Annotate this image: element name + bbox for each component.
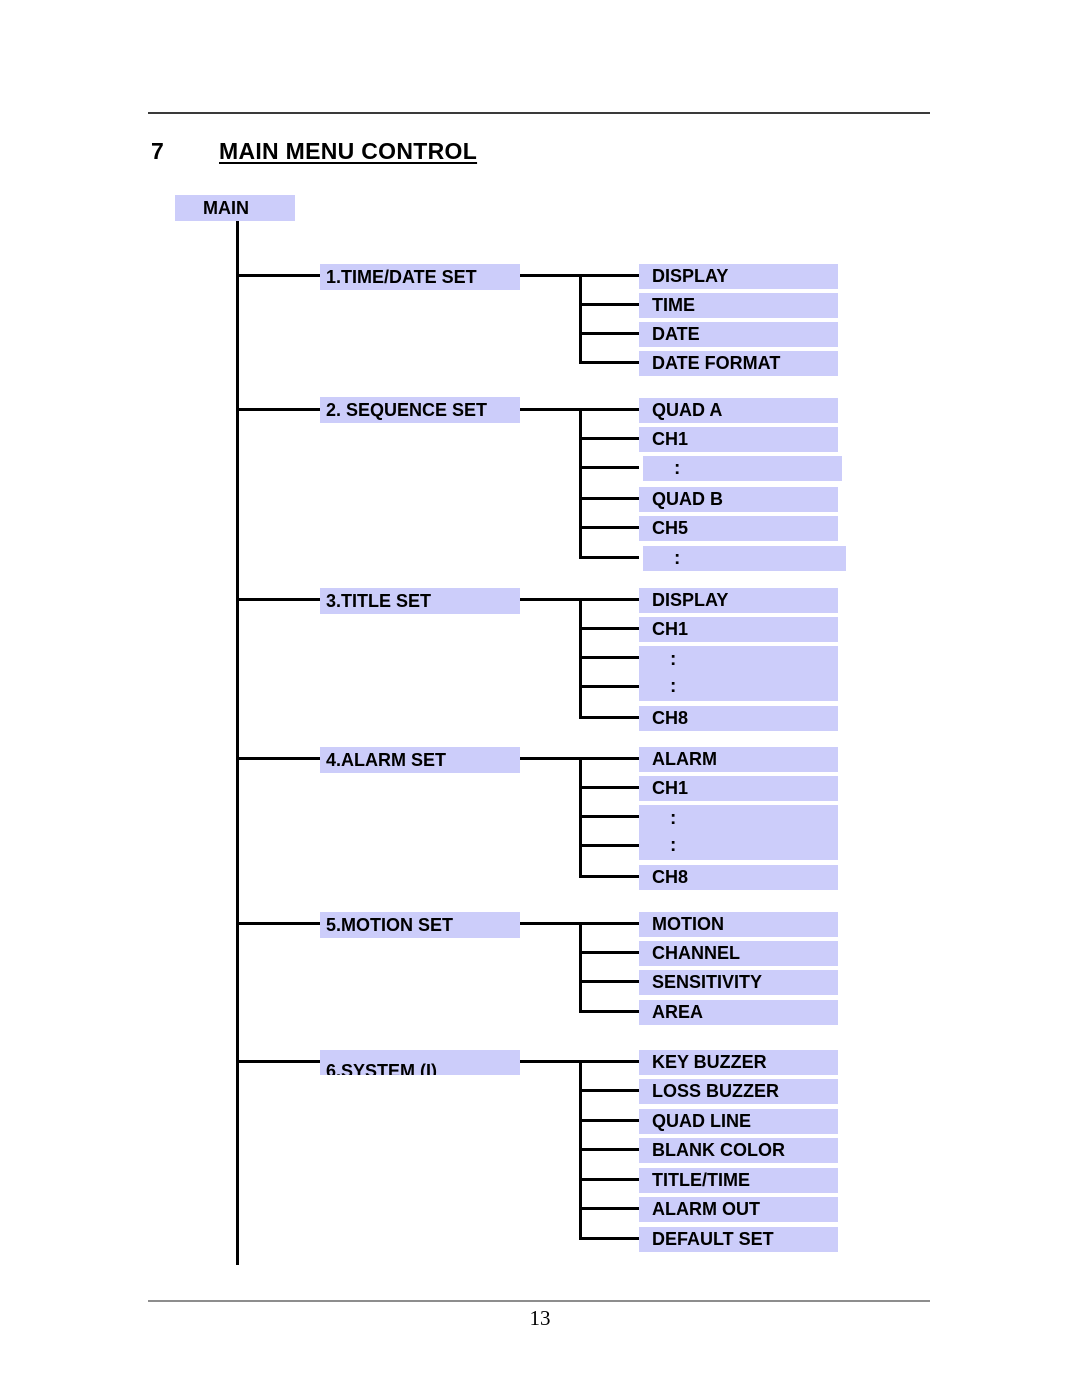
tree-leaf-ch8[interactable]: CH8 — [639, 706, 838, 731]
tree-leaf-sensitivity[interactable]: SENSITIVITY — [639, 970, 838, 995]
tree-leaf-alarm[interactable]: ALARM — [639, 747, 838, 772]
tree-leaf-ellipsis: : — [643, 456, 842, 481]
tree-leaf-area[interactable]: AREA — [639, 1000, 838, 1025]
branch-connector-2 — [236, 408, 322, 411]
tree-leaf-quad-a[interactable]: QUAD A — [639, 398, 838, 423]
leaf-stub — [579, 656, 639, 659]
page-number: 13 — [529, 1306, 551, 1330]
branch-stem-1 — [520, 274, 582, 277]
tree-leaf-quad-line[interactable]: QUAD LINE — [639, 1109, 838, 1134]
leaf-stub — [579, 685, 639, 688]
tree-leaf-display[interactable]: DISPLAY — [639, 264, 838, 289]
tree-leaf-loss-buzzer[interactable]: LOSS BUZZER — [639, 1079, 838, 1104]
leaf-stub — [579, 361, 639, 364]
tree-node-time-date-set[interactable]: 1.TIME/DATE SET — [320, 264, 520, 290]
leaf-stub — [579, 980, 639, 983]
tree-leaf-title-time[interactable]: TITLE/TIME — [639, 1168, 838, 1193]
leaf-stub — [579, 598, 639, 601]
leaf-stub — [579, 875, 639, 878]
leaf-stub — [579, 466, 639, 469]
tree-leaf-time[interactable]: TIME — [639, 293, 838, 318]
branch-stem-5 — [520, 922, 582, 925]
tree-node-sequence-set[interactable]: 2. SEQUENCE SET — [320, 397, 520, 423]
leaf-stub — [579, 786, 639, 789]
branch-spine-2 — [579, 408, 582, 556]
tree-leaf-date[interactable]: DATE — [639, 322, 838, 347]
leaf-stub — [579, 332, 639, 335]
tree-leaf-channel[interactable]: CHANNEL — [639, 941, 838, 966]
tree-leaf-default-set[interactable]: DEFAULT SET — [639, 1227, 838, 1252]
leaf-stub — [579, 757, 639, 760]
tree-leaf-ellipsis: : — [670, 676, 677, 697]
leaf-stub — [579, 274, 639, 277]
tree-leaf-key-buzzer[interactable]: KEY BUZZER — [639, 1050, 838, 1075]
branch-stem-2 — [520, 408, 582, 411]
tree-leaf-ch1[interactable]: CH1 — [639, 617, 838, 642]
tree-leaf-ellipsis: : — [670, 835, 677, 856]
tree-leaf-ellipsis: : — [670, 808, 677, 829]
leaf-stub — [579, 408, 639, 411]
branch-stem-4 — [520, 757, 582, 760]
branch-stem-3 — [520, 598, 582, 601]
leaf-stub — [579, 951, 639, 954]
leaf-stub — [579, 1119, 639, 1122]
tree-leaf-display[interactable]: DISPLAY — [639, 588, 838, 613]
leaf-stub — [579, 556, 639, 559]
branch-spine-5 — [579, 922, 582, 1011]
tree-leaf-ellipsis-group: : : — [639, 646, 838, 701]
leaf-stub — [579, 1237, 639, 1240]
branch-connector-1 — [236, 274, 322, 277]
tree-leaf-motion[interactable]: MOTION — [639, 912, 838, 937]
tree-node-alarm-set[interactable]: 4.ALARM SET — [320, 747, 520, 773]
branch-connector-5 — [236, 922, 322, 925]
tree-node-title-set[interactable]: 3.TITLE SET — [320, 588, 520, 614]
branch-spine-1 — [579, 274, 582, 363]
leaf-stub — [579, 1089, 639, 1092]
tree-leaf-quad-b[interactable]: QUAD B — [639, 487, 838, 512]
branch-connector-4 — [236, 757, 322, 760]
tree-node-motion-set[interactable]: 5.MOTION SET — [320, 912, 520, 938]
tree-leaf-ch1[interactable]: CH1 — [639, 776, 838, 801]
tree-leaf-date-format[interactable]: DATE FORMAT — [639, 351, 838, 376]
leaf-stub — [579, 1060, 639, 1063]
tree-root-main[interactable]: MAIN — [175, 195, 295, 221]
branch-stem-6 — [520, 1060, 582, 1063]
tree-leaf-ellipsis: : — [643, 546, 846, 571]
leaf-stub — [579, 1010, 639, 1013]
tree-leaf-alarm-out[interactable]: ALARM OUT — [639, 1197, 838, 1222]
leaf-stub — [579, 526, 639, 529]
leaf-stub — [579, 922, 639, 925]
footer-rule — [148, 1300, 930, 1302]
tree-leaf-ch5[interactable]: CH5 — [639, 516, 838, 541]
leaf-stub — [579, 1207, 639, 1210]
leaf-stub — [579, 437, 639, 440]
leaf-stub — [579, 497, 639, 500]
leaf-stub — [579, 627, 639, 630]
tree-leaf-blank-color[interactable]: BLANK COLOR — [639, 1138, 838, 1163]
branch-connector-3 — [236, 598, 322, 601]
tree-leaf-ch1[interactable]: CH1 — [639, 427, 838, 452]
tree-leaf-ch8[interactable]: CH8 — [639, 865, 838, 890]
leaf-stub — [579, 1178, 639, 1181]
tree-leaf-ellipsis: : — [670, 649, 677, 670]
leaf-stub — [579, 844, 639, 847]
leaf-stub — [579, 1148, 639, 1151]
menu-tree-diagram: MAIN 1.TIME/DATE SET DISPLAY TIME DATE D… — [0, 0, 1080, 1397]
document-page: 7 MAIN MENU CONTROL MAIN 1.TIME/DATE SET … — [0, 0, 1080, 1397]
tree-leaf-ellipsis-group: : : — [639, 805, 838, 860]
leaf-stub — [579, 303, 639, 306]
tree-node-system[interactable]: 6.SYSTEM (I) — [320, 1050, 520, 1075]
branch-connector-6 — [236, 1060, 322, 1063]
leaf-stub — [579, 815, 639, 818]
leaf-stub — [579, 716, 639, 719]
trunk-line — [236, 221, 239, 1265]
